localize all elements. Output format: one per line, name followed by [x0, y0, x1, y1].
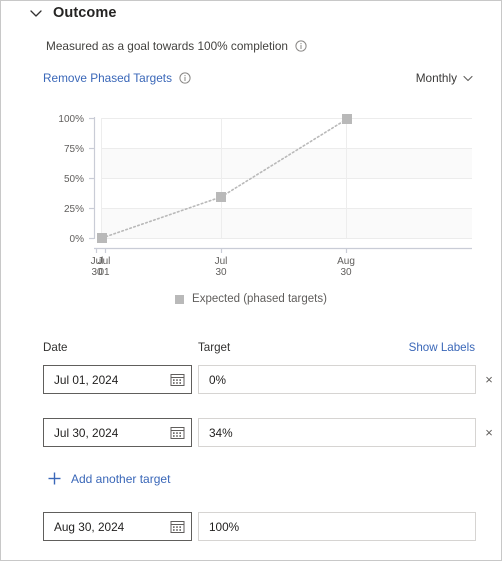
- outcome-section-header[interactable]: Outcome: [29, 5, 117, 21]
- remove-phased-targets-group[interactable]: Remove Phased Targets: [43, 71, 191, 85]
- chart-controls-row: Remove Phased Targets Monthly: [43, 71, 481, 91]
- chevron-down-icon[interactable]: [29, 6, 43, 20]
- page-title: Outcome: [53, 5, 117, 21]
- target-value: 34%: [209, 425, 233, 440]
- y-tick-label: 25%: [64, 204, 84, 215]
- column-header-date: Date: [43, 341, 68, 354]
- x-tick-label: 30: [215, 267, 227, 278]
- measured-description: Measured as a goal towards 100% completi…: [46, 39, 307, 53]
- data-point-marker[interactable]: [342, 114, 352, 124]
- add-another-target-label: Add another target: [71, 471, 171, 486]
- plus-icon: [47, 471, 62, 486]
- target-input-2[interactable]: 34%: [198, 418, 476, 447]
- y-tick-label: 100%: [58, 114, 84, 125]
- table-row: Aug 30, 2024 100%: [1, 512, 501, 542]
- table-row: Jul 30, 2024 34% ×: [1, 418, 501, 448]
- close-icon[interactable]: ×: [481, 372, 497, 388]
- y-tick-label: 0%: [70, 234, 85, 245]
- date-input-2[interactable]: Jul 30, 2024: [43, 418, 192, 447]
- target-input-3[interactable]: 100%: [198, 512, 476, 541]
- outcome-panel: Outcome Measured as a goal towards 100% …: [0, 0, 502, 561]
- data-point-marker[interactable]: [97, 233, 107, 243]
- x-tick-label: Aug: [337, 256, 355, 267]
- x-tick-label: Jul: [215, 256, 228, 267]
- chart-legend[interactable]: Expected (phased targets): [1, 293, 501, 305]
- date-value: Aug 30, 2024: [54, 519, 125, 534]
- info-icon[interactable]: [295, 40, 307, 52]
- frequency-value: Monthly: [415, 71, 457, 85]
- calendar-icon[interactable]: [170, 519, 185, 534]
- calendar-icon[interactable]: [170, 372, 185, 387]
- frequency-dropdown[interactable]: Monthly: [416, 71, 473, 85]
- phased-targets-chart: 100% 75% 50% 25% 0% Jul 30 Jul 01 Jul 30…: [1, 105, 501, 315]
- calendar-icon[interactable]: [170, 425, 185, 440]
- legend-label: Expected (phased targets): [192, 293, 327, 305]
- y-tick-label: 50%: [64, 174, 84, 185]
- target-value: 100%: [209, 519, 240, 534]
- info-icon[interactable]: [179, 72, 191, 84]
- table-row: Jul 01, 2024 0% ×: [1, 365, 501, 395]
- date-value: Jul 30, 2024: [54, 425, 119, 440]
- chart-canvas: 100% 75% 50% 25% 0% Jul 30 Jul 01 Jul 30…: [58, 114, 472, 278]
- chevron-down-icon: [463, 73, 473, 83]
- target-input-1[interactable]: 0%: [198, 365, 476, 394]
- column-header-target: Target: [198, 341, 231, 354]
- show-labels-link[interactable]: Show Labels: [409, 341, 475, 354]
- legend-swatch: [175, 294, 185, 304]
- remove-phased-targets-link[interactable]: Remove Phased Targets: [43, 71, 172, 85]
- date-input-1[interactable]: Jul 01, 2024: [43, 365, 192, 394]
- close-icon[interactable]: ×: [481, 425, 497, 441]
- target-value: 0%: [209, 372, 227, 387]
- x-tick-label: 30: [340, 267, 352, 278]
- add-another-target-button[interactable]: Add another target: [47, 471, 170, 486]
- targets-table-header: Date Target Show Labels: [1, 341, 501, 359]
- data-point-marker[interactable]: [216, 192, 226, 202]
- date-value: Jul 01, 2024: [54, 372, 119, 387]
- date-input-3[interactable]: Aug 30, 2024: [43, 512, 192, 541]
- x-tick-label: 01: [98, 267, 110, 278]
- measured-text: Measured as a goal towards 100% completi…: [46, 39, 288, 53]
- y-tick-label: 75%: [64, 144, 84, 155]
- x-tick-label: Jul: [98, 256, 111, 267]
